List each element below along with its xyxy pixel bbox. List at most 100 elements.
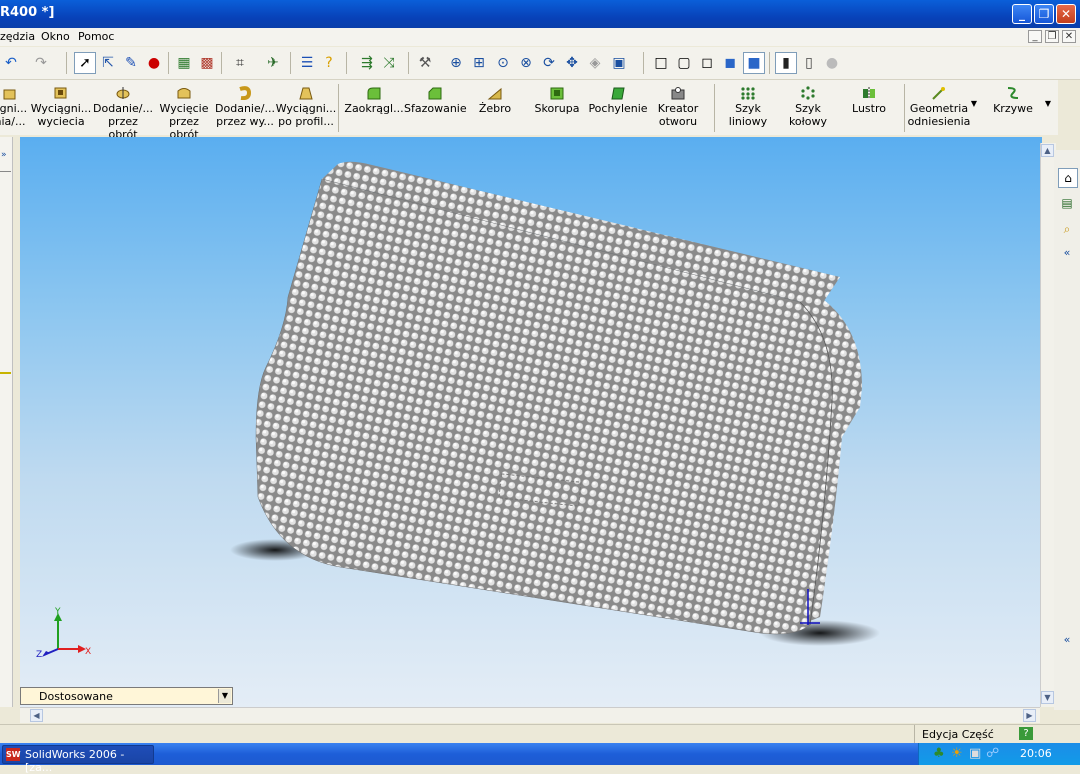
toolbar-separator (221, 52, 222, 74)
system-tray: ♣ ☀ ▣ ☍ (918, 743, 1080, 765)
smart-dimension-icon[interactable]: ⇱ (97, 52, 119, 74)
network-icon[interactable]: ♣ (933, 746, 945, 761)
taskbar-solidworks-button[interactable]: SW SolidWorks 2006 - [za... (2, 745, 154, 774)
feature-curves[interactable]: Krzywe (988, 86, 1038, 115)
measure-icon[interactable]: ⌗ (229, 52, 251, 74)
collapse-panel-icon[interactable]: « (1058, 244, 1076, 262)
shell-icon (550, 87, 564, 100)
view-orient-icon[interactable]: ⤨ (378, 52, 400, 74)
display-icon[interactable]: ▣ (969, 746, 981, 761)
roll-icon[interactable]: ◈ (584, 52, 606, 74)
status-mode: Edycja Część (922, 728, 994, 741)
pan-icon[interactable]: ✥ (561, 52, 583, 74)
options-icon[interactable]: ☰ (296, 52, 318, 74)
shaded-icon[interactable]: ■ (743, 52, 765, 74)
zoom-area-icon[interactable]: ⊞ (468, 52, 490, 74)
minimize-button[interactable]: _ (1012, 4, 1032, 24)
close-button[interactable]: ✕ (1056, 4, 1076, 24)
reference-geometry-dropdown-icon[interactable]: ▼ (969, 98, 979, 108)
material-icon[interactable]: ▩ (196, 52, 218, 74)
realview-icon[interactable]: ● (821, 52, 843, 74)
feature-sweep-boss[interactable]: Dodanie/... przez wy... (214, 86, 276, 128)
help-icon[interactable]: ? (1019, 727, 1033, 740)
toolbar-separator (346, 52, 347, 74)
feature-extrude-boss[interactable]: agni...nia/... (0, 86, 30, 128)
rotate-icon[interactable]: ⟳ (538, 52, 560, 74)
previous-view-icon[interactable]: ⇶ (356, 52, 378, 74)
scroll-left-icon[interactable]: ◀ (30, 709, 43, 722)
feature-rib[interactable]: Żebro (468, 86, 522, 115)
shadows-icon[interactable]: ▮ (775, 52, 797, 74)
fillet-icon (367, 87, 381, 100)
doc-restore-button[interactable]: ❐ (1045, 30, 1059, 43)
draft-icon (611, 87, 625, 100)
section-view-icon[interactable]: ▯ (798, 52, 820, 74)
revolve-cut-icon (177, 88, 191, 99)
doc-minimize-button[interactable]: _ (1028, 30, 1042, 43)
feature-reference-geometry[interactable]: Geometria odniesienia (906, 86, 972, 128)
loft-boss-icon (299, 87, 313, 100)
feature-circular-pattern[interactable]: Szyk kołowy (782, 86, 834, 128)
home-icon[interactable]: ⌂ (1058, 168, 1078, 188)
menu-help[interactable]: Pomoc (78, 30, 114, 43)
toolbar-separator (338, 84, 339, 132)
feature-mirror[interactable]: Lustro (844, 86, 894, 115)
design-library-icon[interactable]: ▤ (1058, 194, 1076, 212)
toolbar-separator (66, 52, 67, 74)
mirror-icon (863, 87, 875, 99)
sun-icon[interactable]: ☀ (951, 746, 963, 761)
zoom-fit-icon[interactable]: ⊕ (445, 52, 467, 74)
doc-close-button[interactable]: ✕ (1062, 30, 1076, 43)
traffic-light-icon[interactable]: ● (143, 52, 165, 74)
task-pane-tabs: ⌂ ▤ ⌕ « « (1054, 150, 1080, 710)
feature-fillet[interactable]: Zaokrągl... (344, 86, 404, 115)
select-icon[interactable]: ➚ (74, 52, 96, 74)
measure-tool-icon[interactable]: ⚒ (414, 52, 436, 74)
circular-pattern-icon (801, 86, 815, 100)
help-icon[interactable]: ? (318, 52, 340, 74)
menu-window[interactable]: Okno (41, 30, 70, 43)
zoom-selection-icon[interactable]: ⊗ (515, 52, 537, 74)
file-explorer-icon[interactable]: ⌕ (1058, 220, 1076, 238)
scroll-right-icon[interactable]: ▶ (1023, 709, 1036, 722)
menu-tools[interactable]: zędzia (0, 30, 35, 43)
graphics-area[interactable]: Y X Z (20, 137, 1042, 707)
hidden-lines-removed-icon[interactable]: ◻ (696, 52, 718, 74)
solidworks-logo-icon: SW (6, 748, 21, 761)
redo-icon[interactable]: ↷ (30, 52, 52, 74)
curves-icon (1007, 87, 1019, 99)
feature-extrude-cut[interactable]: Wyciągni... wyciecia (30, 86, 92, 128)
chamfer-icon (428, 87, 442, 100)
connection-icon[interactable]: ☍ (986, 746, 999, 761)
shaded-edges-icon[interactable]: ◼ (719, 52, 741, 74)
status-bar: Edycja Część ? (0, 724, 1080, 743)
feature-draft[interactable]: Pochylenie (588, 86, 648, 115)
scroll-up-icon[interactable]: ▲ (1041, 144, 1054, 157)
feature-hole-wizard[interactable]: Kreator otworu (652, 86, 704, 128)
feature-linear-pattern[interactable]: Szyk liniowy (722, 86, 774, 128)
curves-dropdown-icon[interactable]: ▼ (1043, 98, 1053, 108)
taskbar: SW SolidWorks 2006 - [za... ♣ ☀ ▣ ☍ 20:0… (0, 743, 1080, 774)
rebuild-icon[interactable]: ✈ (262, 52, 284, 74)
expand-panel-icon[interactable]: » (1, 150, 11, 160)
chevron-down-icon[interactable]: ▼ (218, 689, 231, 703)
feature-chamfer[interactable]: Sfazowanie (404, 86, 467, 115)
restore-button[interactable]: ❐ (1034, 4, 1054, 24)
feature-revolve-boss[interactable]: Dodanie/... przez obrót (92, 86, 154, 141)
standard-views-icon[interactable]: ▣ (608, 52, 630, 74)
triad-y-label: Y (55, 607, 61, 617)
feature-shell[interactable]: Skorupa (528, 86, 586, 115)
expand-panel-icon[interactable]: « (1058, 631, 1076, 649)
scroll-down-icon[interactable]: ▼ (1041, 691, 1054, 704)
status-divider (914, 725, 915, 743)
zoom-in-out-icon[interactable]: ⊙ (492, 52, 514, 74)
feature-revolve-cut[interactable]: Wycięcie przez obrót (153, 86, 215, 141)
horizontal-scrollbar[interactable]: ◀ ▶ (20, 707, 1040, 723)
wireframe-icon[interactable]: □ (650, 52, 672, 74)
undo-icon[interactable]: ↶ (0, 52, 22, 74)
grid-icon[interactable]: ▦ (173, 52, 195, 74)
feature-loft-boss[interactable]: Wyciągni... po profil... (275, 86, 337, 128)
view-selector-dropdown[interactable]: Dostosowane ▼ (20, 687, 233, 705)
sketch-icon[interactable]: ✎ (120, 52, 142, 74)
hidden-lines-visible-icon[interactable]: ▢ (673, 52, 695, 74)
